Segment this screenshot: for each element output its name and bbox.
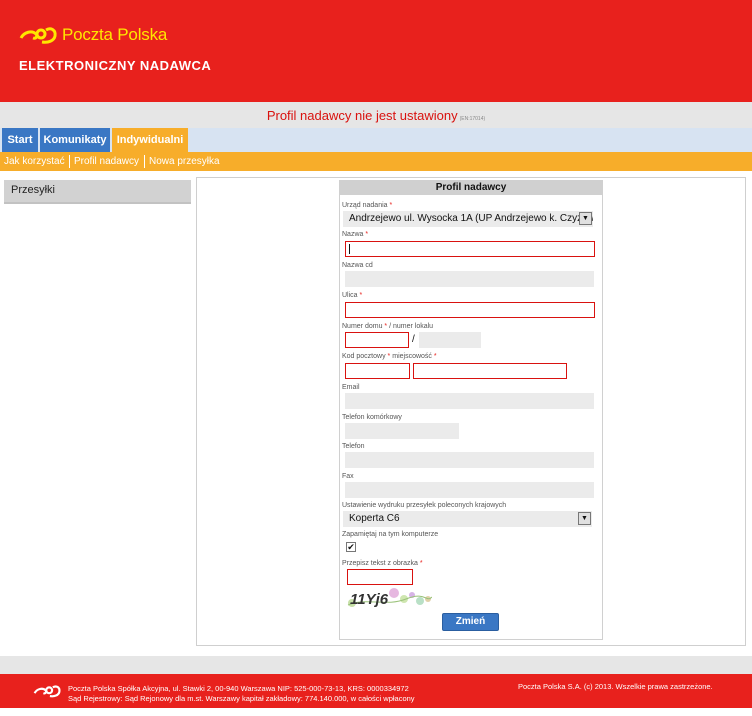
nazwa-label-text: Nazwa: [342, 231, 364, 238]
urzad-select[interactable]: Andrzejewo ul. Wysocka 1A (UP Andrzejewo…: [343, 211, 593, 227]
subnav-separator: [69, 155, 70, 168]
kod-pocztowy-field[interactable]: [345, 363, 410, 379]
kod-label-text: Kod pocztowy: [342, 353, 386, 360]
captcha-image: 11Yj6: [346, 585, 432, 609]
ulica-field[interactable]: [345, 302, 595, 318]
nazwa-cd-label: Nazwa cd: [342, 262, 373, 269]
checkmark-icon: ✔: [347, 542, 355, 552]
numer-label-text: Numer domu: [342, 323, 383, 330]
footer-registry-info: Sąd Rejestrowy: Sąd Rejonowy dla m.st. W…: [68, 694, 415, 703]
subnav-profil-nadawcy[interactable]: Profil nadawcy: [74, 152, 139, 171]
ustawienie-select-value: Koperta C6: [349, 513, 400, 524]
required-mark: *: [419, 560, 423, 567]
status-message: Profil nadawcy nie jest ustawiony (EN:170…: [267, 108, 485, 123]
ustawienie-select[interactable]: Koperta C6 ▼: [343, 511, 592, 527]
nazwa-label: Nazwa *: [342, 231, 368, 238]
status-message-text: Profil nadawcy nie jest ustawiony: [266, 108, 458, 123]
email-field[interactable]: [345, 393, 594, 409]
telefon-field[interactable]: [345, 452, 594, 468]
subnav: Jak korzystać Profil nadawcy Nowa przesy…: [0, 152, 752, 171]
required-mark: *: [433, 353, 437, 360]
captcha-label: Przepisz tekst z obrazka *: [342, 560, 423, 567]
urzad-select-value: Andrzejewo ul. Wysocka 1A (UP Andrzejewo…: [349, 213, 593, 224]
nazwa-field[interactable]: [345, 241, 595, 257]
footer-spacer: [0, 656, 752, 674]
numer-label: Numer domu * / numer lokalu: [342, 323, 433, 330]
miejscowosc-label-text: miejscowość: [392, 353, 432, 360]
required-mark: *: [359, 292, 363, 299]
urzad-label-text: Urząd nadania: [342, 202, 388, 209]
text-cursor: [349, 244, 350, 254]
tab-start[interactable]: Start: [2, 128, 38, 152]
required-mark: *: [389, 202, 393, 209]
subnav-jak-korzystac[interactable]: Jak korzystać: [4, 152, 65, 171]
main-tabs: Start Komunikaty Indywidualni: [0, 128, 752, 152]
urzad-label: Urząd nadania *: [342, 202, 392, 209]
poczta-horn-logo-icon: [19, 27, 57, 44]
fax-field[interactable]: [345, 482, 594, 498]
kod-label: Kod pocztowy * miejscowość *: [342, 353, 437, 360]
zapamietaj-label: Zapamiętaj na tym komputerze: [342, 531, 439, 538]
ulica-label: Ulica *: [342, 292, 362, 299]
ustawienie-label: Ustawienie wydruku przesyłek poleconych …: [342, 502, 507, 509]
status-bar: Profil nadawcy nie jest ustawiony (EN:170…: [0, 102, 752, 128]
ulica-label-text: Ulica: [342, 292, 358, 299]
fax-label: Fax: [342, 473, 354, 480]
telefon-label: Telefon: [342, 443, 365, 450]
required-mark: *: [384, 323, 388, 330]
numer-lokalu-label-text: / numer lokalu: [389, 323, 434, 330]
captcha-field[interactable]: [347, 569, 413, 585]
subnav-nowa-przesylka[interactable]: Nowa przesyłka: [149, 152, 220, 171]
required-mark: *: [387, 353, 391, 360]
captcha-text: 11Yj6: [350, 591, 389, 608]
poczta-horn-logo-icon: [33, 685, 61, 698]
numer-lokalu-field[interactable]: [419, 332, 481, 348]
chevron-down-icon[interactable]: ▼: [578, 512, 591, 525]
app-title: ELEKTRONICZNY NADAWCA: [19, 58, 212, 73]
numer-separator: /: [412, 334, 415, 345]
zmien-button[interactable]: Zmień: [442, 613, 499, 631]
tab-komunikaty[interactable]: Komunikaty: [40, 128, 110, 152]
subnav-separator: [144, 155, 145, 168]
telefon-kom-label: Telefon komórkowy: [342, 414, 402, 421]
page: Poczta Polska ELEKTRONICZNY NADAWCA Prof…: [0, 0, 752, 716]
tab-indywidualni[interactable]: Indywidualni: [112, 128, 188, 152]
logo-text: Poczta Polska: [62, 25, 168, 44]
sidebar-przesylki[interactable]: Przesyłki: [4, 180, 191, 204]
zapamietaj-checkbox[interactable]: ✔: [346, 542, 356, 552]
required-mark: *: [365, 231, 369, 238]
footer-company-info: Poczta Polska Spółka Akcyjna, ul. Stawki…: [68, 684, 409, 693]
email-label: Email: [342, 384, 360, 391]
status-code: (EN:17014): [459, 116, 486, 122]
header-banner: Poczta Polska ELEKTRONICZNY NADAWCA: [0, 0, 752, 102]
footer-copyright: Poczta Polska S.A. (c) 2013. Wszelkie pr…: [518, 682, 713, 691]
miejscowosc-field[interactable]: [413, 363, 567, 379]
form-title: Profil nadawcy: [339, 180, 603, 195]
chevron-down-icon[interactable]: ▼: [579, 212, 592, 225]
captcha-label-text: Przepisz tekst z obrazka: [342, 560, 418, 567]
nazwa-cd-field[interactable]: [345, 271, 594, 287]
numer-domu-field[interactable]: [345, 332, 409, 348]
telefon-kom-field[interactable]: [345, 423, 459, 439]
